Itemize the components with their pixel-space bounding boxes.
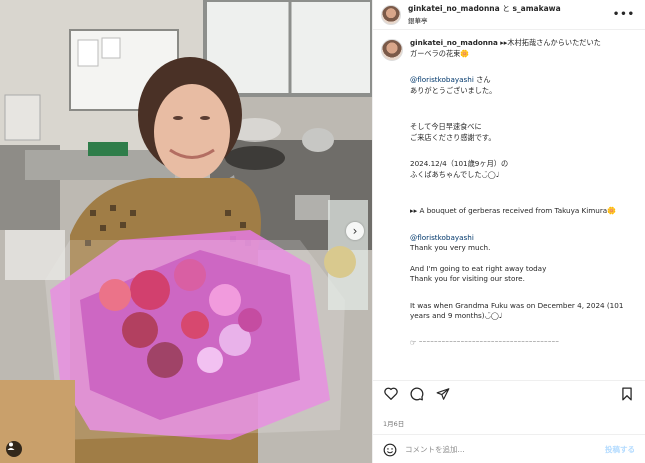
mention-link-2[interactable]: @floristkobayashi [410, 233, 635, 244]
post-caption: ginkatei_no_madonna ▸▸木村拓哉さんからいただいた ガーベラ… [373, 38, 645, 348]
en-line-1: ▸▸ A bouquet of gerberas received from T… [410, 206, 617, 215]
comment-bar: コメントを追加... 投稿する [373, 434, 645, 463]
caption-line-1: ▸▸木村拓哉さんからいただいた [500, 38, 601, 47]
caption-body: ginkatei_no_madonna ▸▸木村拓哉さんからいただいた ガーベラ… [410, 38, 635, 348]
heart-icon[interactable] [383, 386, 399, 402]
avatar[interactable] [381, 4, 401, 25]
jp-thanks-2: ありがとうございました。 [410, 85, 497, 95]
more-icon[interactable]: ••• [613, 9, 635, 20]
post-photo[interactable]: › [0, 0, 372, 463]
jp-paragraph-3: 2024.12/4（101歳9ヶ月）の ふくばあちゃんでした◡̈◯♩ [410, 159, 509, 179]
chevron-right-icon[interactable]: › [346, 222, 364, 240]
en-thanks: Thank you very much. [410, 243, 491, 252]
mention-link-1[interactable]: @floristkobayashi [410, 75, 474, 84]
location-label[interactable]: 銀華亭 [408, 16, 561, 26]
photo-illustration [0, 0, 372, 463]
emoji-icon[interactable] [383, 442, 397, 457]
username-1[interactable]: ginkatei_no_madonna [408, 4, 500, 13]
username-separator: と [502, 3, 510, 13]
caption-first-line: ginkatei_no_madonna ▸▸木村拓哉さんからいただいた [410, 38, 635, 49]
bookmark-icon[interactable] [619, 386, 635, 402]
instagram-post: › ginkatei_no_madonna と s_amakawa 銀華亭 ••… [0, 0, 645, 463]
share-icon[interactable] [435, 386, 451, 402]
en-paragraph-3: It was when Grandma Fuku was on December… [410, 300, 624, 321]
post-button[interactable]: 投稿する [605, 444, 635, 455]
comment-input[interactable]: コメントを追加... [405, 444, 605, 455]
header-usernames: ginkatei_no_madonna と s_amakawa [408, 4, 561, 14]
jp-thanks-suffix: さん [473, 75, 491, 84]
post-header: ginkatei_no_madonna と s_amakawa 銀華亭 ••• [373, 0, 645, 30]
comment-icon[interactable] [409, 386, 425, 402]
jp-paragraph-2: そして今日早速食べに ご来店くださり感謝です。 [410, 122, 496, 142]
en-paragraph-2: And I'm going to eat right away today Th… [410, 263, 547, 284]
caption-avatar[interactable] [381, 39, 403, 61]
caption-trailing: ☞ ⁻⁻⁻⁻⁻⁻⁻⁻⁻⁻⁻⁻⁻⁻⁻⁻⁻⁻⁻⁻⁻⁻⁻⁻⁻⁻⁻⁻⁻⁻⁻⁻⁻⁻⁻⁻⁻ [410, 337, 560, 347]
caption-username[interactable]: ginkatei_no_madonna [410, 38, 498, 47]
post-side-panel: ginkatei_no_madonna と s_amakawa 銀華亭 ••• … [372, 0, 645, 463]
jp-thanks-line: @floristkobayashi さん [410, 75, 635, 86]
action-bar [373, 380, 645, 406]
caption-line-2: ガーベラの花束🌼 [410, 48, 470, 58]
username-2[interactable]: s_amakawa [512, 4, 560, 13]
post-date[interactable]: 1月6日 [383, 418, 404, 428]
person-tag-icon[interactable] [6, 441, 22, 457]
header-text: ginkatei_no_madonna と s_amakawa 銀華亭 [408, 4, 561, 26]
